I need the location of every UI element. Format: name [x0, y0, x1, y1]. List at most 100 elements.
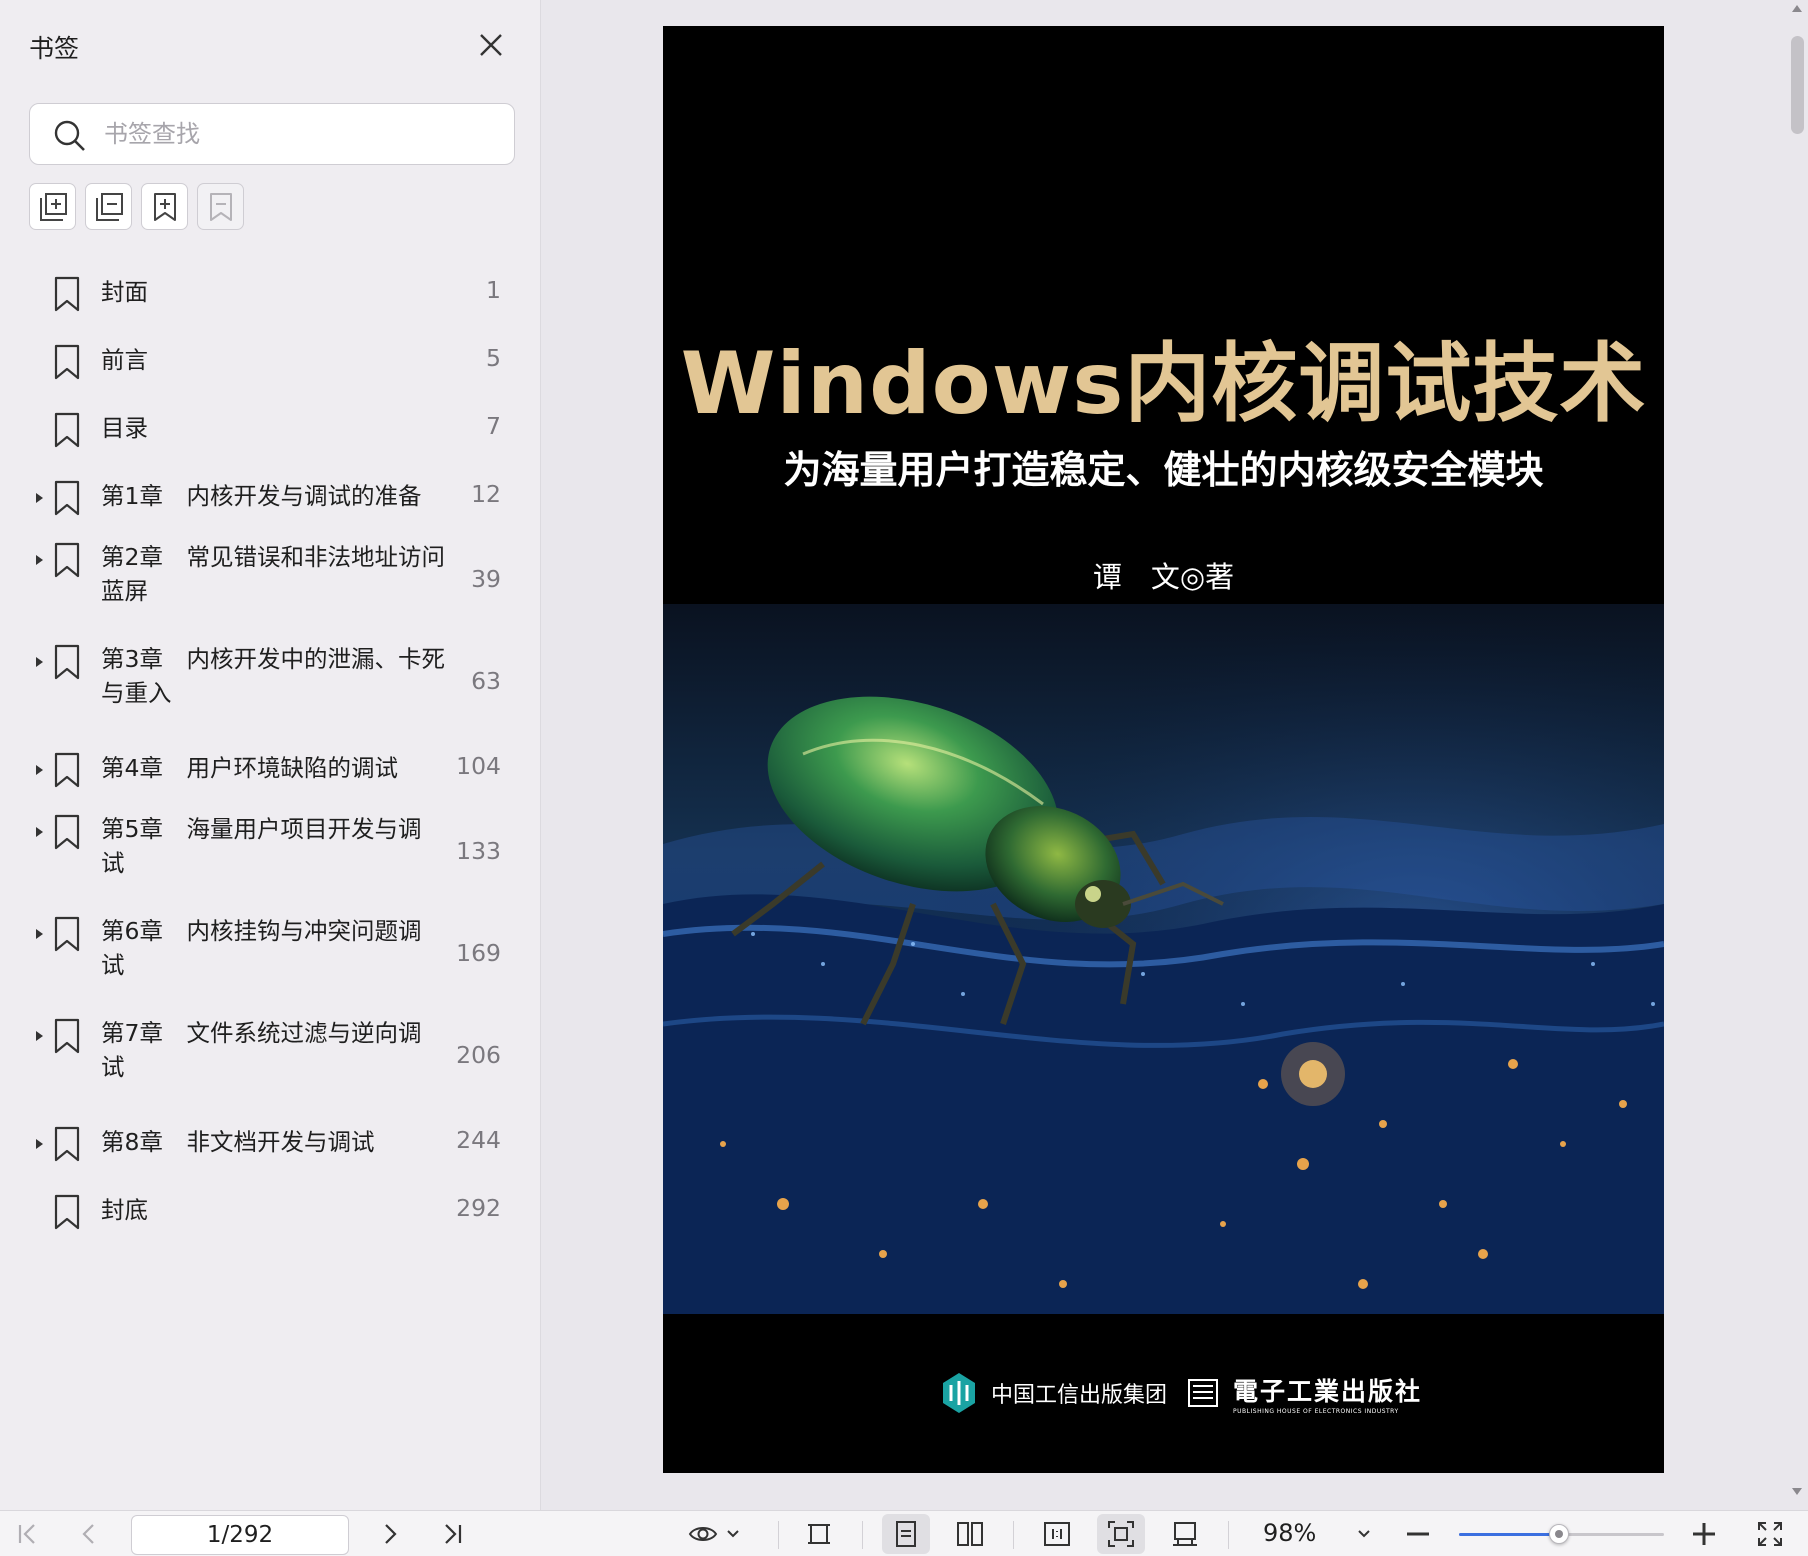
expand-arrow-icon[interactable]	[34, 1138, 44, 1150]
scroll-up-arrow-icon[interactable]	[1790, 2, 1804, 16]
zoom-level[interactable]: 98%	[1263, 1519, 1316, 1547]
first-page-icon[interactable]	[12, 1519, 42, 1549]
bookmark-page-number: 12	[471, 480, 501, 508]
cover-subtitle: 为海量用户打造稳定、健壮的内核级安全模块	[783, 447, 1544, 492]
bookmark-search-box	[29, 103, 515, 165]
last-page-icon[interactable]	[438, 1519, 468, 1549]
remove-bookmark-button[interactable]	[197, 183, 244, 230]
expand-arrow-icon[interactable]	[34, 656, 44, 668]
previous-page-icon[interactable]	[74, 1519, 104, 1549]
bookmark-icon	[54, 542, 80, 578]
publisher-name-block: 電子工業出版社 PUBLISHING HOUSE OF ELECTRONICS …	[1233, 1372, 1422, 1415]
document-page[interactable]: Windows内核调试技术 为海量用户打造稳定、健壮的内核级安全模块 谭 文◎著	[663, 26, 1664, 1473]
bookmark-search-input[interactable]	[104, 114, 494, 154]
publisher-name-english: PUBLISHING HOUSE OF ELECTRONICS INDUSTRY	[1233, 1407, 1399, 1415]
bookmark-page-number: 244	[456, 1126, 501, 1154]
close-icon[interactable]	[476, 30, 506, 60]
scroll-down-arrow-icon[interactable]	[1790, 1484, 1804, 1498]
bookmark-item[interactable]: 前言 5	[0, 328, 541, 396]
page-number-input[interactable]: 1/292	[131, 1515, 349, 1555]
bookmark-label: 目录	[101, 414, 148, 442]
expand-all-button[interactable]	[29, 183, 76, 230]
bookmark-page-number: 39	[471, 565, 501, 593]
expand-arrow-icon[interactable]	[34, 554, 44, 566]
bookmark-page-number: 1	[486, 276, 501, 304]
bookmark-item[interactable]: 第1章 内核开发与调试的准备 12	[0, 464, 541, 532]
add-bookmark-button[interactable]	[141, 183, 188, 230]
bookmark-icon	[54, 752, 80, 788]
bookmark-label: 封面	[101, 278, 148, 306]
expand-all-icon	[39, 192, 67, 221]
bookmark-toolbar	[29, 183, 244, 230]
toolbar-divider	[1013, 1521, 1014, 1549]
cover-title: Windows内核调试技术	[680, 334, 1647, 434]
bookmark-page-number: 7	[486, 412, 501, 440]
single-page-icon[interactable]	[891, 1519, 921, 1549]
cover-author: 谭 文◎著	[1092, 560, 1235, 594]
bookmark-label: 第6章 内核挂钩与冲突问题调 试	[101, 917, 422, 979]
next-page-icon[interactable]	[375, 1519, 405, 1549]
bookmark-icon	[54, 276, 80, 312]
bookmark-item[interactable]: 封底 292	[0, 1178, 541, 1246]
beetle-cover-illustration	[663, 604, 1664, 1314]
fit-width-icon[interactable]	[804, 1519, 834, 1549]
bookmark-label: 第1章 内核开发与调试的准备	[101, 482, 422, 510]
sidebar-title: 书签	[29, 34, 80, 63]
bookmark-page-number: 206	[456, 1041, 501, 1069]
bookmark-label: 第8章 非文档开发与调试	[101, 1128, 375, 1156]
collapse-all-button[interactable]	[85, 183, 132, 230]
zoom-out-icon[interactable]	[1403, 1519, 1433, 1549]
two-page-icon[interactable]	[955, 1519, 985, 1549]
toolbar-divider	[862, 1521, 863, 1549]
zoom-slider-fill	[1459, 1533, 1560, 1536]
bookmark-item[interactable]: 第4章 用户环境缺陷的调试 104	[0, 736, 541, 804]
publisher-logos: 中国工信出版集团 電子工業出版社 PUBLISHING HOUSE OF ELE…	[941, 1368, 1422, 1418]
chevron-down-icon[interactable]	[726, 1519, 740, 1549]
vertical-scrollbar-thumb[interactable]	[1791, 36, 1804, 134]
bookmark-page-number: 169	[456, 939, 501, 967]
zoom-in-icon[interactable]	[1689, 1519, 1719, 1549]
publisher-name: 電子工業出版社	[1233, 1376, 1423, 1406]
toolbar-divider	[1228, 1521, 1229, 1549]
bookmark-item[interactable]: 第8章 非文档开发与调试 244	[0, 1110, 541, 1178]
bookmark-page-number: 5	[486, 344, 501, 372]
bookmark-icon	[54, 480, 80, 516]
bookmark-icon	[54, 1126, 80, 1162]
remove-bookmark-icon	[209, 192, 232, 221]
fit-page-icon[interactable]	[1106, 1519, 1136, 1549]
zoom-slider-handle[interactable]	[1549, 1524, 1570, 1544]
bottom-toolbar: 1/292 98%	[0, 1510, 1808, 1556]
bookmark-icon	[54, 412, 80, 448]
expand-arrow-icon[interactable]	[34, 826, 44, 838]
expand-arrow-icon[interactable]	[34, 492, 44, 504]
phei-logo-icon	[1188, 1379, 1219, 1407]
bookmark-icon	[54, 814, 80, 850]
bookmark-page-number: 292	[456, 1194, 501, 1222]
expand-arrow-icon[interactable]	[34, 928, 44, 940]
bookmark-label: 第4章 用户环境缺陷的调试	[101, 754, 398, 782]
search-icon	[54, 120, 85, 151]
bookmark-label: 第7章 文件系统过滤与逆向调 试	[101, 1019, 422, 1081]
zoom-dropdown-chevron-icon[interactable]	[1357, 1519, 1371, 1549]
bookmark-icon	[54, 344, 80, 380]
fullscreen-icon[interactable]	[1755, 1519, 1785, 1549]
bookmark-page-number: 133	[456, 837, 501, 865]
expand-arrow-icon[interactable]	[34, 764, 44, 776]
eye-view-mode-icon[interactable]	[688, 1519, 718, 1549]
bookmark-item[interactable]: 目录 7	[0, 396, 541, 464]
bookmark-item[interactable]: 第3章 内核开发中的泄漏、卡死 与重入 63	[0, 634, 541, 736]
bookmark-item[interactable]: 第7章 文件系统过滤与逆向调 试 206	[0, 1008, 541, 1110]
bookmark-sidebar: 书签 书签查找 封面 1 前言 5 目录 7 第1章 内核开发与调试的准备 12…	[0, 0, 541, 1510]
bookmark-item[interactable]: 封面 1	[0, 260, 541, 328]
bookmark-item[interactable]: 第5章 海量用户项目开发与调 试 133	[0, 804, 541, 906]
bookmark-label: 封底	[101, 1196, 148, 1224]
bookmark-label: 第5章 海量用户项目开发与调 试	[101, 815, 422, 877]
bookmark-icon	[54, 644, 80, 680]
bookmark-item[interactable]: 第6章 内核挂钩与冲突问题调 试 169	[0, 906, 541, 1008]
expand-arrow-icon[interactable]	[34, 1030, 44, 1042]
bookmark-item[interactable]: 第2章 常见错误和非法地址访问 蓝屏 39	[0, 532, 541, 634]
bookmark-page-number: 63	[471, 667, 501, 695]
rotate-page-icon[interactable]	[1170, 1519, 1200, 1549]
bookmark-page-number: 104	[456, 752, 501, 780]
actual-size-icon[interactable]	[1042, 1519, 1072, 1549]
